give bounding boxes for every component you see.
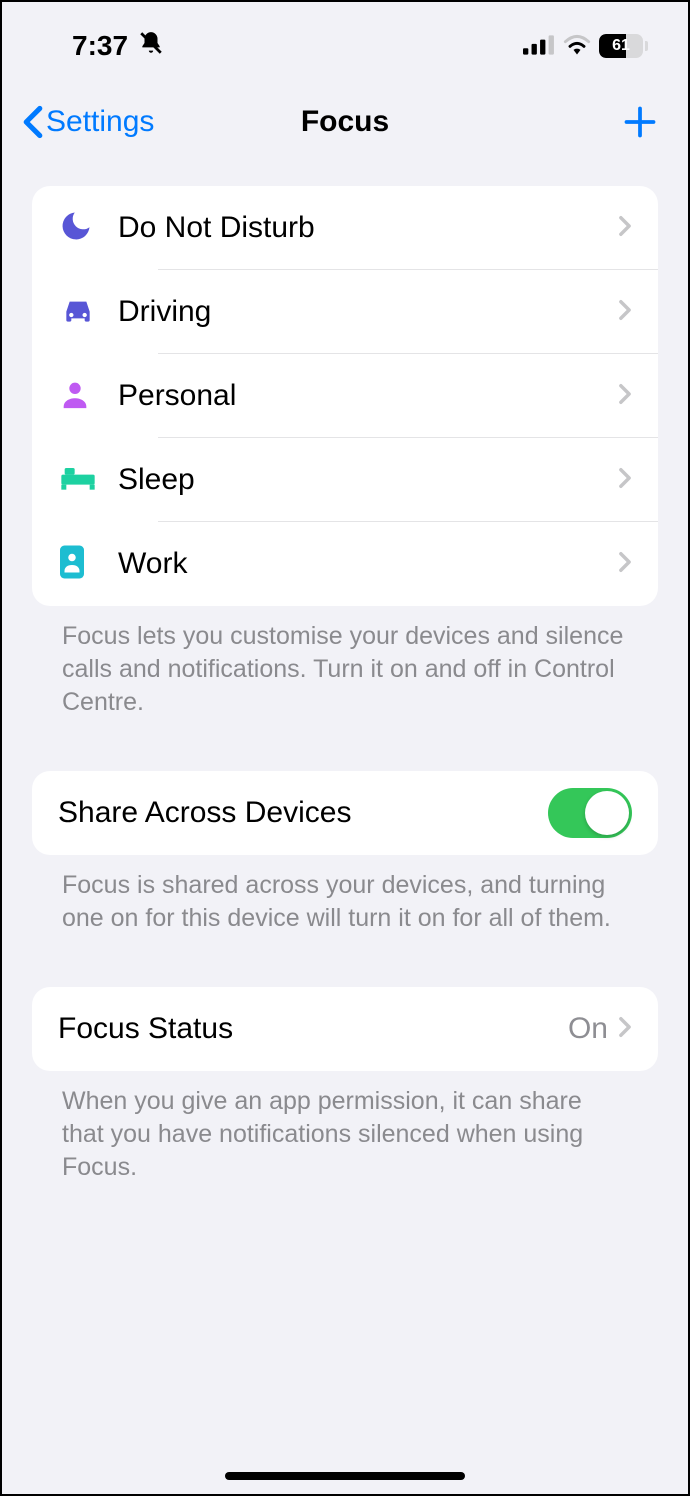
share-across-devices-row: Share Across Devices bbox=[32, 771, 658, 855]
plus-icon bbox=[622, 104, 658, 140]
focus-status-footer: When you give an app permission, it can … bbox=[32, 1071, 658, 1184]
focus-item-label: Work bbox=[118, 547, 618, 581]
back-label: Settings bbox=[46, 105, 154, 139]
wifi-icon bbox=[563, 30, 591, 62]
focus-item-personal[interactable]: Personal bbox=[32, 354, 658, 438]
chevron-right-icon bbox=[618, 383, 632, 410]
silent-icon bbox=[138, 30, 164, 63]
car-icon bbox=[58, 293, 98, 332]
share-toggle[interactable] bbox=[548, 788, 632, 838]
person-icon bbox=[58, 377, 92, 416]
focus-item-do-not-disturb[interactable]: Do Not Disturb bbox=[32, 186, 658, 270]
focus-item-driving[interactable]: Driving bbox=[32, 270, 658, 354]
chevron-left-icon bbox=[22, 105, 44, 139]
battery-icon: 61 bbox=[599, 34, 648, 58]
focus-item-label: Driving bbox=[118, 295, 618, 329]
bed-icon bbox=[58, 464, 98, 497]
focus-item-label: Sleep bbox=[118, 463, 618, 497]
home-indicator[interactable] bbox=[225, 1472, 465, 1480]
chevron-right-icon bbox=[618, 1016, 632, 1043]
page-title: Focus bbox=[301, 105, 389, 139]
status-bar: 7:37 61 bbox=[2, 2, 688, 72]
add-button[interactable] bbox=[620, 104, 660, 140]
focus-status-group: Focus Status On bbox=[32, 987, 658, 1071]
focus-status-row[interactable]: Focus Status On bbox=[32, 987, 658, 1071]
share-footer: Focus is shared across your devices, and… bbox=[32, 855, 658, 935]
focus-item-sleep[interactable]: Sleep bbox=[32, 438, 658, 522]
chevron-right-icon bbox=[618, 299, 632, 326]
moon-icon bbox=[58, 208, 94, 249]
back-button[interactable]: Settings bbox=[22, 105, 154, 139]
focus-modes-footer: Focus lets you customise your devices an… bbox=[32, 606, 658, 719]
nav-bar: Settings Focus bbox=[2, 72, 688, 162]
focus-item-label: Do Not Disturb bbox=[118, 211, 618, 245]
chevron-right-icon bbox=[618, 551, 632, 578]
status-time: 7:37 bbox=[72, 30, 128, 62]
chevron-right-icon bbox=[618, 467, 632, 494]
cellular-icon bbox=[523, 30, 555, 62]
share-label: Share Across Devices bbox=[58, 796, 548, 830]
focus-item-work[interactable]: Work bbox=[32, 522, 658, 606]
focus-status-label: Focus Status bbox=[58, 1012, 568, 1046]
share-group: Share Across Devices bbox=[32, 771, 658, 855]
chevron-right-icon bbox=[618, 215, 632, 242]
focus-status-value: On bbox=[568, 1012, 608, 1046]
focus-item-label: Personal bbox=[118, 379, 618, 413]
badge-icon bbox=[58, 544, 86, 585]
focus-modes-list: Do Not Disturb Driving Personal Sleep bbox=[32, 186, 658, 606]
